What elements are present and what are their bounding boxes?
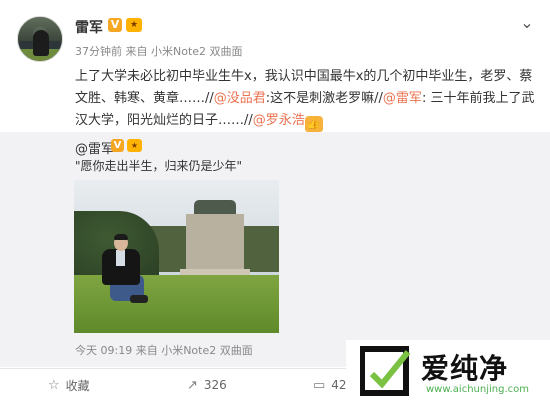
post-meta: 37分钟前 来自 小米Note2 双曲面 — [75, 45, 243, 58]
photo-person — [90, 234, 148, 315]
watermark-name: 爱纯净 — [421, 352, 509, 385]
post-text-mid: :这不是刺激老罗嘛// — [265, 91, 383, 106]
verified-badge-icon: V — [108, 18, 122, 32]
share-count: 326 — [203, 378, 227, 392]
photo-building — [186, 213, 244, 272]
repost-author[interactable]: @雷军 — [75, 138, 114, 157]
chevron-down-icon[interactable]: ⌄ — [517, 13, 537, 33]
author-name[interactable]: 雷军 — [75, 17, 103, 37]
post-text: 上了大学未必比初中毕业生牛x，我认识中国最牛x的几个初中毕业生，老罗、蔡文胜、韩… — [75, 66, 535, 132]
verified-badge-icon: V — [111, 139, 124, 152]
mention-link[interactable]: @没品君 — [214, 91, 266, 106]
mention-link[interactable]: @雷军 — [383, 91, 422, 106]
watermark-logo-icon — [360, 346, 411, 396]
star-icon: ☆ — [48, 377, 60, 393]
author-avatar[interactable] — [17, 16, 63, 62]
repost-text: "愿你走出半生，归来仍是少年" — [75, 159, 243, 173]
comment-icon: ▭ — [313, 377, 326, 393]
favorite-label: 收藏 — [65, 378, 90, 393]
photo-person-shoes — [130, 295, 148, 304]
medal-badge-icon: ★ — [126, 18, 142, 32]
photo-person-shirt — [116, 250, 125, 267]
repost-meta: 今天 09:19 来自 小米Note2 双曲面 — [75, 344, 253, 357]
photo-person-hair — [114, 234, 128, 241]
mention-link[interactable]: @罗永浩 — [253, 113, 305, 128]
repost-photo[interactable] — [74, 180, 279, 333]
favorite-button[interactable]: ☆ 收藏 — [48, 369, 90, 400]
medal-badge-icon: ★ — [127, 139, 142, 152]
repost-button[interactable]: ↗ 326 — [187, 369, 227, 400]
avatar-figure — [33, 30, 49, 56]
thumbs-up-icon: 👍 — [304, 116, 323, 132]
share-icon: ↗ — [187, 377, 198, 393]
watermark-url: www.aichunjing.com — [426, 384, 529, 395]
